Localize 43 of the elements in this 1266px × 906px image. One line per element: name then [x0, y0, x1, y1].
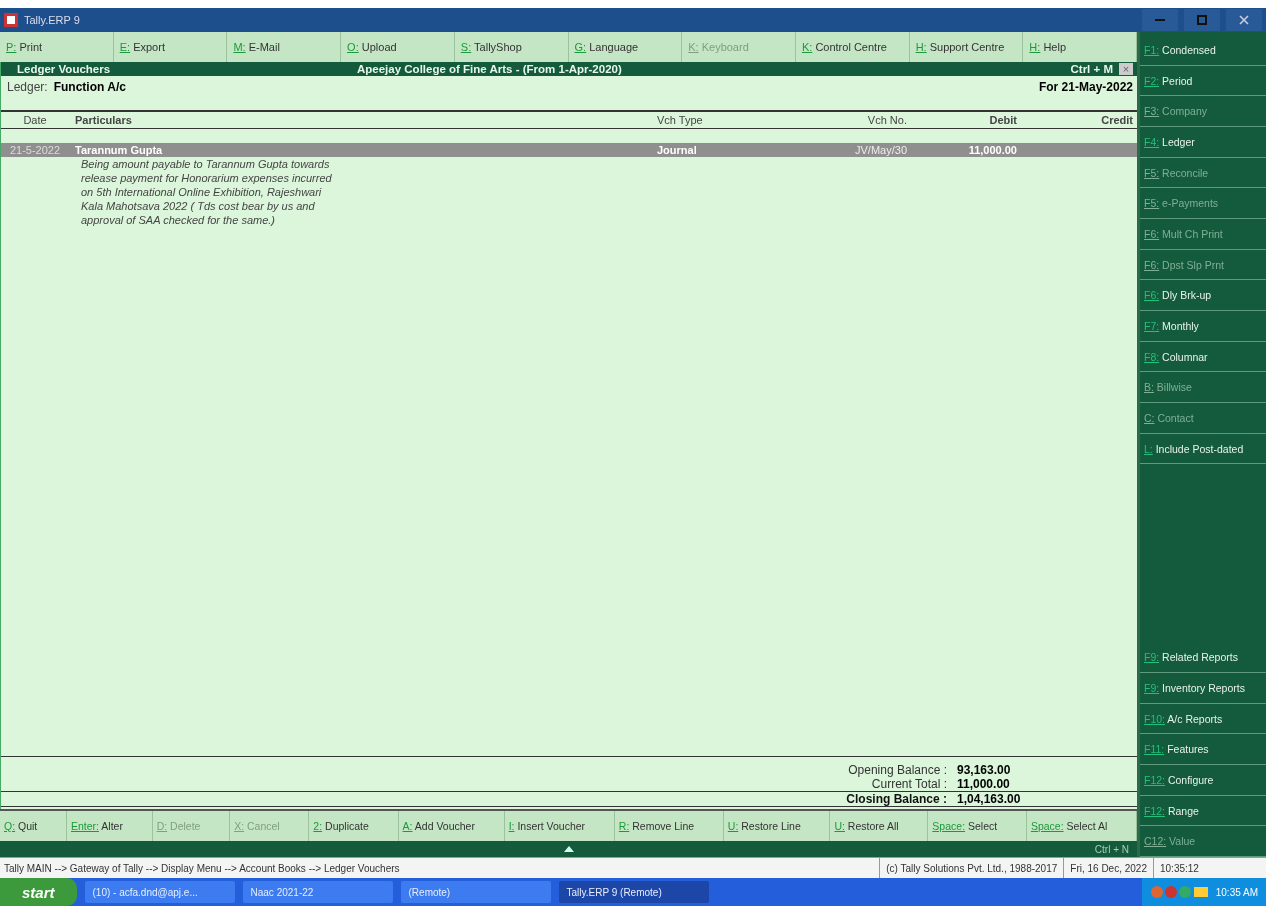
ledger-name: Function A/c: [53, 80, 126, 94]
report-title: Ledger Vouchers: [17, 63, 112, 75]
caret-up-icon[interactable]: [563, 846, 574, 852]
date-cell-text: 21-5-2022: [8, 144, 62, 156]
shortcut-label: Ctrl + N: [1094, 843, 1129, 855]
clock-text: 10:35 AM: [1215, 886, 1258, 898]
column-header: Particulars: [74, 114, 133, 126]
vch-no-cell-text: JV/May/30: [854, 144, 907, 156]
taskbar-item[interactable]: (Remote): [400, 881, 551, 903]
tray-icons-drawing: [1149, 885, 1210, 899]
column-header: Debit: [988, 114, 1017, 126]
start-button[interactable]: start: [0, 878, 77, 906]
close-button[interactable]: [1226, 9, 1262, 31]
total-label: Opening Balance :: [847, 763, 947, 777]
taskbar-item[interactable]: Naac 2021-22: [242, 881, 393, 903]
minimize-icon: [1155, 19, 1165, 21]
maximize-icon: [1197, 15, 1207, 25]
taskbar-item[interactable]: Tally.ERP 9 (Remote): [558, 881, 709, 903]
particulars-cell-text: Tarannum Gupta: [74, 144, 164, 156]
total-label: Current Total :: [870, 777, 947, 791]
company-title: Apeejay College of Fine Arts - (From 1-Apr-2020): [357, 63, 623, 75]
close-icon: [1239, 15, 1249, 25]
app-icon: [4, 13, 18, 27]
close-button[interactable]: ×: [1119, 63, 1133, 75]
vch-type-cell-text: Journal: [657, 144, 698, 156]
debit-cell-text: 11,000.00: [967, 144, 1017, 156]
total-amount: 1,04,163.00: [957, 792, 1022, 806]
total-amount: 93,163.00: [957, 763, 1012, 777]
window-title: Tally.ERP 9: [24, 14, 80, 26]
ledger-label: Ledger:: [7, 80, 48, 94]
minimize-button[interactable]: [1142, 9, 1178, 31]
taskbar-item[interactable]: (10) - acfa.dnd@apj.e...: [84, 881, 235, 903]
period-label: For 21-May-2022: [1038, 80, 1133, 94]
total-label: Closing Balance :: [845, 792, 947, 806]
column-header: Vch No.: [866, 114, 907, 126]
total-amount: 11,000.00: [957, 777, 1011, 791]
maximize-button[interactable]: [1184, 9, 1220, 31]
column-header: Vch Type: [657, 114, 704, 126]
narration-text: Being amount payable to Tarannum Gupta towards release payment for Honorarium expenses incurred on 5th International Online Exhibition, Rajeshwari Kala Mahotsava 2022 ( Tds cost bear by us and approval of SAA checked for the same.): [81, 157, 333, 227]
column-header: Credit: [1100, 114, 1134, 126]
column-header: Date: [22, 114, 48, 126]
shortcut-label: Ctrl + M: [1070, 63, 1113, 75]
breadcrumb-path: Tally MAIN --> Gateway of Tally --> Display Menu --> Account Books --> Ledger Vouchers: [3, 862, 400, 874]
